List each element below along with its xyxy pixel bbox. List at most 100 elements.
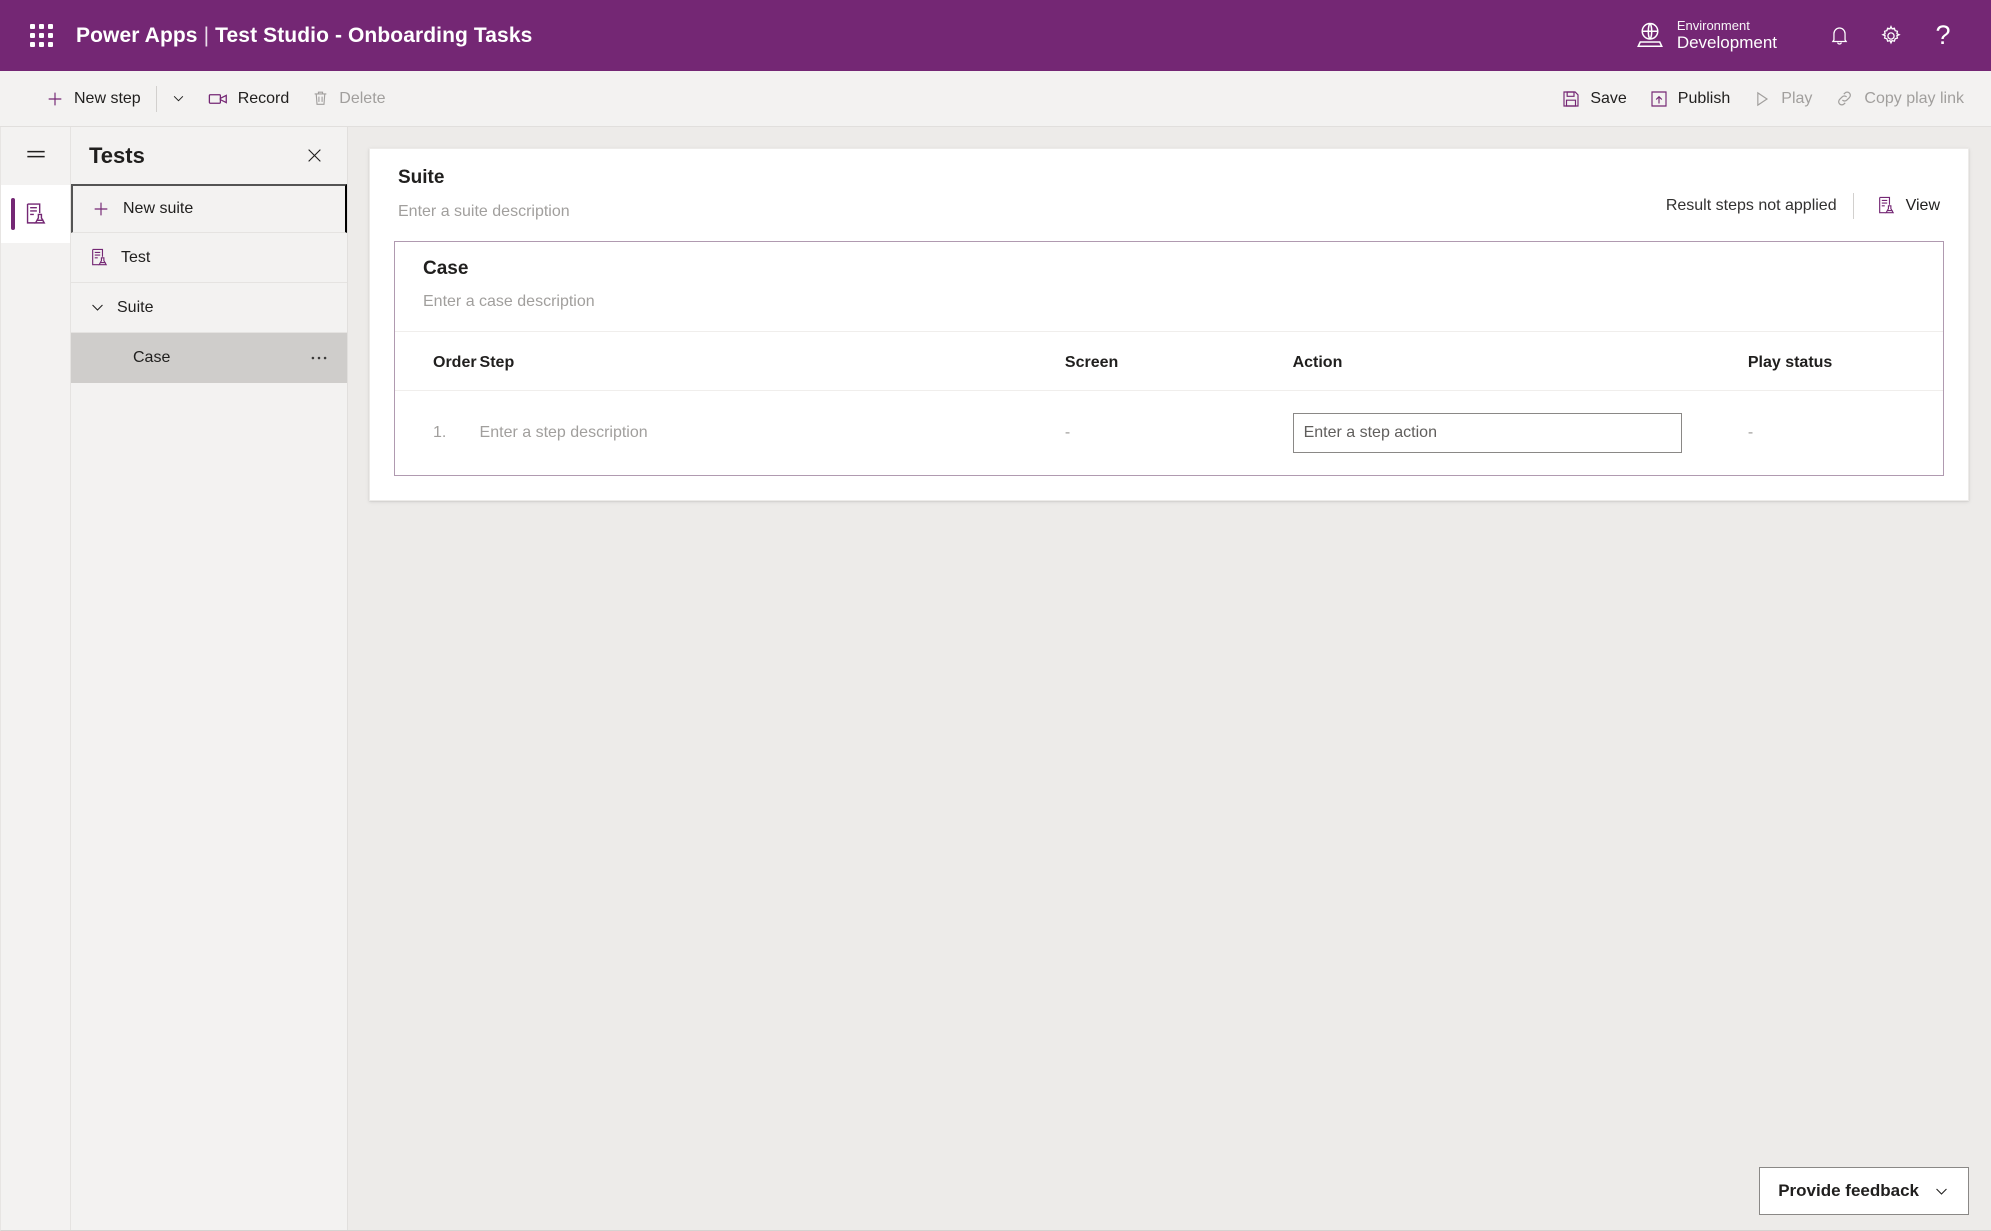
notifications-button[interactable]	[1813, 10, 1865, 62]
chevron-down-icon	[171, 91, 186, 106]
new-suite-button[interactable]: New suite	[71, 184, 347, 233]
view-button[interactable]: View	[1870, 191, 1946, 220]
cell-action	[1292, 391, 1748, 476]
tests-panel: Tests New suite Test Suite Case	[71, 127, 348, 1230]
publish-upload-icon	[1649, 89, 1669, 109]
app-launcher-icon[interactable]	[22, 17, 60, 55]
view-label: View	[1905, 196, 1940, 214]
table-row[interactable]: 1. Enter a step description - -	[395, 391, 1943, 476]
save-label: Save	[1590, 89, 1627, 107]
new-suite-label: New suite	[123, 200, 194, 217]
save-button[interactable]: Save	[1550, 79, 1637, 119]
suite-title[interactable]: Suite	[398, 167, 1666, 189]
table-header-row: Order Step Screen Action Play status	[395, 332, 1943, 391]
tests-panel-title: Tests	[89, 142, 145, 168]
copy-play-link-button[interactable]: Copy play link	[1823, 79, 1975, 119]
suite-header: Suite Enter a suite description Result s…	[370, 149, 1968, 241]
publish-label: Publish	[1677, 89, 1731, 107]
floppy-disk-icon	[1561, 89, 1581, 109]
title-separator: |	[203, 23, 210, 47]
provide-feedback-label: Provide feedback	[1778, 1181, 1919, 1200]
play-label: Play	[1781, 89, 1813, 107]
record-button[interactable]: Record	[196, 79, 301, 119]
tree-item-suite-label: Suite	[117, 298, 154, 316]
case-description-input[interactable]: Enter a case description	[423, 293, 1919, 311]
test-beaker-icon	[1876, 195, 1897, 216]
question-mark-icon: ?	[1935, 20, 1951, 50]
steps-table-body: 1. Enter a step description - -	[395, 391, 1943, 476]
column-header-action: Action	[1292, 332, 1748, 391]
tree-item-test[interactable]: Test	[71, 233, 347, 283]
main-canvas: Suite Enter a suite description Result s…	[348, 127, 1991, 1230]
result-status-text: Result steps not applied	[1665, 196, 1837, 214]
environment-value: Development	[1676, 33, 1777, 53]
page-title: Power Apps | Test Studio - Onboarding Task…	[76, 24, 532, 48]
tree-item-test-label: Test	[121, 248, 151, 266]
test-beaker-icon	[89, 247, 110, 268]
suite-description-input[interactable]: Enter a suite description	[398, 203, 1666, 221]
rail-item-tests[interactable]	[1, 185, 70, 243]
bell-icon	[1828, 24, 1851, 47]
publish-button[interactable]: Publish	[1638, 79, 1741, 119]
cell-order: 1.	[433, 424, 447, 441]
suite-header-right: Result steps not applied View	[1666, 167, 1946, 220]
new-step-button[interactable]: New step	[34, 79, 152, 119]
gear-icon	[1879, 24, 1903, 48]
column-header-step: Step	[479, 332, 1065, 391]
tests-panel-header: Tests	[71, 127, 347, 184]
column-header-play-status: Play status	[1747, 332, 1943, 391]
hamburger-menu-button[interactable]	[1, 127, 70, 185]
settings-button[interactable]	[1865, 10, 1917, 62]
environment-selector[interactable]: Environment Development	[1635, 18, 1777, 54]
trash-icon	[311, 89, 330, 108]
steps-table-head: Order Step Screen Action Play status	[395, 332, 1943, 391]
close-panel-button[interactable]	[297, 139, 331, 173]
delete-button[interactable]: Delete	[300, 79, 396, 119]
app-title: Test Studio - Onboarding Tasks	[215, 23, 533, 47]
record-label: Record	[237, 89, 290, 107]
step-description-input[interactable]: Enter a step description	[480, 391, 1065, 476]
tree-item-suite[interactable]: Suite	[71, 283, 347, 333]
delete-label: Delete	[339, 89, 386, 107]
suite-body: Case Enter a case description Order Step…	[370, 241, 1968, 500]
command-bar: New step Record Delete Save Publish Play…	[0, 71, 1991, 127]
new-step-label: New step	[74, 89, 141, 107]
copy-play-link-label: Copy play link	[1864, 89, 1964, 107]
tree-item-case-label: Case	[133, 349, 171, 366]
plus-icon	[91, 199, 111, 219]
header-divider	[1852, 192, 1854, 219]
video-camera-icon	[207, 88, 229, 110]
more-ellipsis-icon[interactable]	[305, 345, 333, 371]
case-title[interactable]: Case	[423, 258, 1919, 280]
left-rail	[1, 127, 71, 1230]
chevron-down-icon[interactable]	[89, 299, 106, 316]
help-button[interactable]: ?	[1917, 10, 1969, 62]
column-header-screen: Screen	[1064, 332, 1293, 391]
case-header: Case Enter a case description	[395, 242, 1943, 332]
cell-play-status: -	[1747, 424, 1754, 441]
suite-header-left: Suite Enter a suite description	[398, 167, 1666, 221]
new-step-caret-button[interactable]	[161, 79, 196, 119]
command-divider	[155, 85, 157, 112]
case-card: Case Enter a case description Order Step…	[394, 241, 1944, 476]
provide-feedback-button[interactable]: Provide feedback	[1759, 1167, 1969, 1215]
column-header-order: Order	[395, 332, 480, 391]
plus-icon	[45, 89, 65, 109]
main-body: Tests New suite Test Suite Case Suite En…	[0, 127, 1991, 1231]
tree-item-case[interactable]: Case	[71, 333, 347, 383]
product-name: Power Apps	[76, 23, 198, 47]
hamburger-menu-icon	[23, 143, 49, 169]
play-button[interactable]: Play	[1741, 79, 1823, 119]
chevron-down-icon	[1933, 1183, 1950, 1200]
environment-label: Environment	[1676, 17, 1750, 33]
play-triangle-icon	[1752, 89, 1772, 109]
link-chain-icon	[1834, 88, 1855, 109]
globe-icon	[1635, 20, 1665, 50]
close-x-icon	[305, 146, 324, 165]
test-beaker-icon	[23, 201, 49, 227]
cell-screen: -	[1064, 424, 1071, 441]
step-action-input[interactable]	[1292, 413, 1682, 453]
top-brand-bar: Power Apps | Test Studio - Onboarding Task…	[0, 0, 1991, 71]
suite-card: Suite Enter a suite description Result s…	[369, 148, 1969, 501]
environment-text: Environment Development	[1677, 18, 1777, 54]
